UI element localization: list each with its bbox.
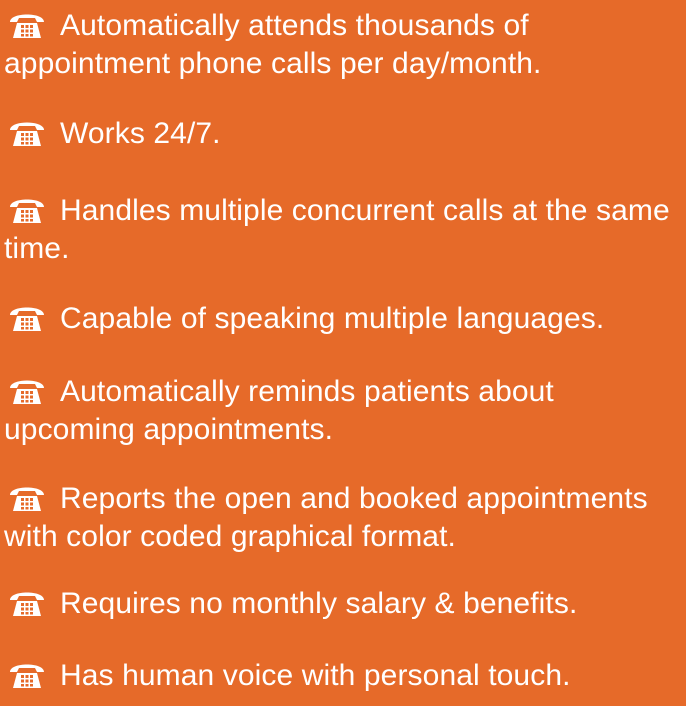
feature-text: Handles multiple concurrent calls at the… [4, 194, 670, 265]
feature-item: Capable of speaking multiple languages. [4, 300, 684, 338]
telephone-icon [6, 481, 48, 513]
feature-item: Reports the open and booked appointments… [4, 480, 684, 556]
telephone-icon [6, 586, 48, 618]
telephone-icon [6, 658, 48, 690]
feature-item: Requires no monthly salary & benefits. [4, 585, 684, 623]
feature-item: Handles multiple concurrent calls at the… [4, 192, 684, 268]
feature-text: Has human voice with personal touch. [60, 659, 571, 692]
feature-text: Works 24/7. [60, 117, 221, 150]
feature-list: Automatically attends thousands of appoi… [0, 0, 686, 706]
feature-text: Automatically reminds patients about upc… [4, 375, 554, 446]
telephone-icon [6, 8, 48, 40]
feature-text: Capable of speaking multiple languages. [60, 302, 605, 335]
telephone-icon [6, 374, 48, 406]
feature-item: Automatically attends thousands of appoi… [4, 7, 684, 83]
feature-item: Has human voice with personal touch. [4, 657, 684, 695]
feature-text: Requires no monthly salary & benefits. [60, 587, 578, 620]
telephone-icon [6, 301, 48, 333]
feature-item: Works 24/7. [4, 115, 684, 153]
feature-item: Automatically reminds patients about upc… [4, 373, 684, 449]
feature-text: Automatically attends thousands of appoi… [4, 9, 542, 80]
telephone-icon [6, 193, 48, 225]
feature-text: Reports the open and booked appointments… [4, 482, 648, 553]
telephone-icon [6, 116, 48, 148]
